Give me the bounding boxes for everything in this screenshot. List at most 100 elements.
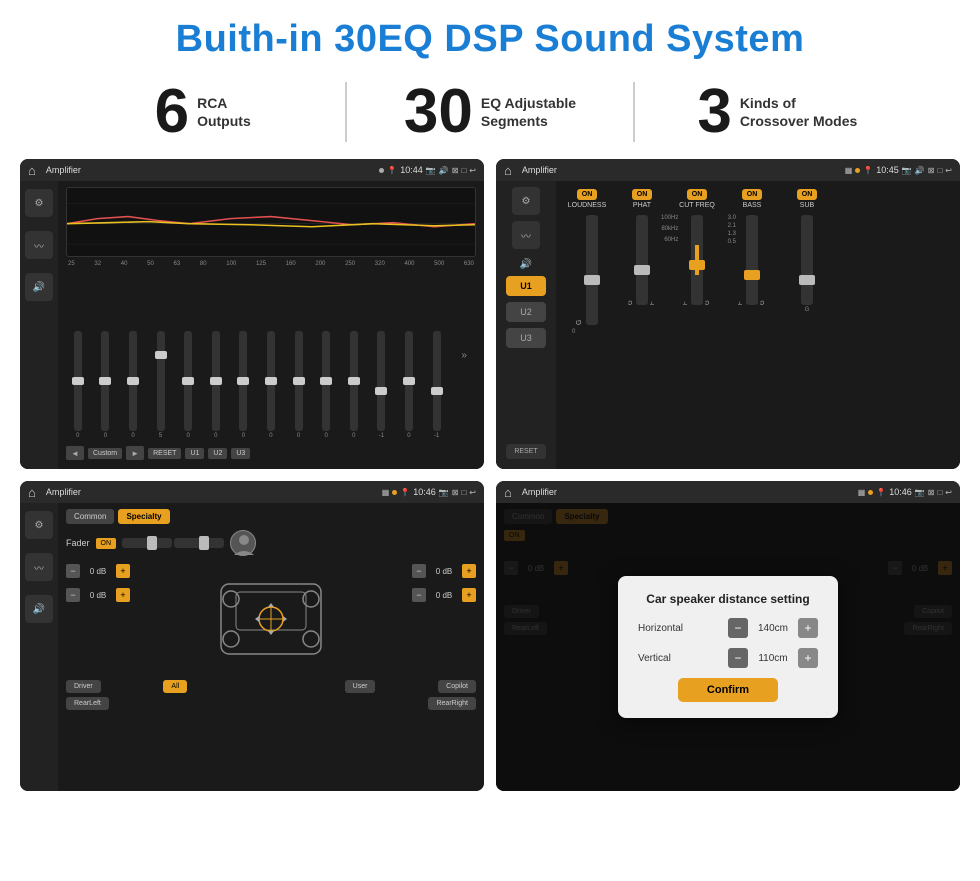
all-btn[interactable]: All <box>163 680 187 693</box>
loudness-on-btn[interactable]: ON <box>577 189 598 200</box>
fader-speaker-btn[interactable]: 🔊 <box>25 595 53 623</box>
copilot-btn[interactable]: Copilot <box>438 680 476 693</box>
amp-main: ON LOUDNESS G 0 <box>556 181 960 469</box>
gps-icon3: 📍 <box>400 488 410 497</box>
ch3-minus[interactable]: − <box>412 564 426 578</box>
sub-on-btn[interactable]: ON <box>797 189 818 200</box>
amp-sidebar: ⚙ 〰 🔊 U1 U2 U3 RESET <box>496 181 556 469</box>
amp-side-icon: 🔊 <box>520 259 532 270</box>
stat-label-rca: RCAOutputs <box>197 94 251 130</box>
eq-slider-14[interactable]: -1 <box>425 331 449 439</box>
gps-icon4: 📍 <box>876 488 886 497</box>
horizontal-plus-btn[interactable]: + <box>798 618 818 638</box>
back-icon4: ↩ <box>945 488 952 497</box>
driver-btn[interactable]: Driver <box>66 680 101 693</box>
ch4-plus[interactable]: + <box>462 588 476 602</box>
vertical-plus-btn[interactable]: + <box>798 648 818 668</box>
spacer <box>250 680 282 693</box>
fader-slider-h1[interactable] <box>122 538 172 548</box>
eq-slider-10[interactable]: 0 <box>314 331 338 439</box>
ch2-plus[interactable]: + <box>116 588 130 602</box>
tab-common[interactable]: Common <box>66 509 114 524</box>
eq-slider-4[interactable]: 5 <box>149 331 173 439</box>
horizontal-value: 140cm <box>753 623 793 634</box>
freq-630: 630 <box>464 261 474 267</box>
eq-slider-5[interactable]: 0 <box>176 331 200 439</box>
eq-u2-btn[interactable]: U2 <box>208 448 227 459</box>
ch1-minus[interactable]: − <box>66 564 80 578</box>
bass-on-btn[interactable]: ON <box>742 189 763 200</box>
eq-slider-13[interactable]: 0 <box>397 331 421 439</box>
eq-slider-1[interactable]: 0 <box>66 331 90 439</box>
rearleft-btn[interactable]: RearLeft <box>66 697 109 710</box>
bass-label: BASS <box>743 202 762 209</box>
eq-slider-3[interactable]: 0 <box>121 331 145 439</box>
ch2-minus[interactable]: − <box>66 588 80 602</box>
screen3-app-label: Amplifier <box>46 487 376 497</box>
eq-slider-8[interactable]: 0 <box>259 331 283 439</box>
phat-slider[interactable] <box>636 215 648 305</box>
amp-wave-btn[interactable]: 〰 <box>512 221 540 249</box>
window-icon2: □ <box>937 166 942 175</box>
fader-main: Common Specialty Fader ON <box>58 503 484 791</box>
freq-63: 63 <box>174 261 181 267</box>
fader-wave-btn[interactable]: 〰 <box>25 553 53 581</box>
bass-slider[interactable] <box>746 215 758 305</box>
screen3-time: 10:46 <box>413 487 436 497</box>
ch4-minus[interactable]: − <box>412 588 426 602</box>
fader-filter-btn[interactable]: ⚙ <box>25 511 53 539</box>
eq-slider-9[interactable]: 0 <box>287 331 311 439</box>
sub-slider[interactable] <box>801 215 813 305</box>
eq-custom-label[interactable]: Custom <box>88 448 122 459</box>
dialog-horizontal-ctrl: − 140cm + <box>728 618 818 638</box>
dialog-overlay: Car speaker distance setting Horizontal … <box>496 503 960 791</box>
user-btn[interactable]: User <box>345 680 376 693</box>
eq-next-btn[interactable]: ► <box>126 446 144 460</box>
amp-u3-btn[interactable]: U3 <box>506 328 546 348</box>
eq-u1-btn[interactable]: U1 <box>185 448 204 459</box>
freq-400: 400 <box>404 261 414 267</box>
loudness-slider[interactable] <box>586 215 598 325</box>
eq-prev-btn[interactable]: ◄ <box>66 446 84 460</box>
eq-slider-7[interactable]: 0 <box>232 331 256 439</box>
amp-filter-btn[interactable]: ⚙ <box>512 187 540 215</box>
grid-icon: ▦ <box>845 166 853 175</box>
eq-filter-btn[interactable]: ⚙ <box>25 189 53 217</box>
status-dot <box>379 168 384 173</box>
fader-on-btn[interactable]: ON <box>96 538 117 549</box>
cutfreq-on-btn[interactable]: ON <box>687 189 708 200</box>
eq-slider-11[interactable]: 0 <box>342 331 366 439</box>
amp-u2-btn[interactable]: U2 <box>506 302 546 322</box>
screen4-status-icons: ▦ 📍 10:46 📷 ⊠ □ ↩ <box>858 487 952 497</box>
vertical-minus-btn[interactable]: − <box>728 648 748 668</box>
ch1-plus[interactable]: + <box>116 564 130 578</box>
home-icon[interactable]: ⌂ <box>28 163 36 178</box>
stat-eq: 30 EQ AdjustableSegments <box>347 81 632 143</box>
eq-slider-12[interactable]: -1 <box>370 331 394 439</box>
confirm-button[interactable]: Confirm <box>678 678 778 702</box>
side-controls: ⚙ 〰 🔊 <box>20 181 58 469</box>
eq-speaker-btn[interactable]: 🔊 <box>25 273 53 301</box>
horizontal-minus-btn[interactable]: − <box>728 618 748 638</box>
home-icon2[interactable]: ⌂ <box>504 163 512 178</box>
eq-slider-6[interactable]: 0 <box>204 331 228 439</box>
rearright-btn[interactable]: RearRight <box>428 697 476 710</box>
eq-u3-btn[interactable]: U3 <box>231 448 250 459</box>
fader-avatar-icon[interactable] <box>230 530 256 556</box>
eq-reset-btn[interactable]: RESET <box>148 448 181 459</box>
home-icon4[interactable]: ⌂ <box>504 485 512 500</box>
phat-on-btn[interactable]: ON <box>632 189 653 200</box>
screen2-statusbar: ⌂ Amplifier ▦ 📍 10:45 📷 🔊 ⊠ □ ↩ <box>496 159 960 181</box>
amp-u1-btn[interactable]: U1 <box>506 276 546 296</box>
ch3-plus[interactable]: + <box>462 564 476 578</box>
tab-specialty[interactable]: Specialty <box>118 509 169 524</box>
cutfreq-slider[interactable] <box>691 215 703 305</box>
home-icon3[interactable]: ⌂ <box>28 485 36 500</box>
fader-tabs: Common Specialty <box>66 509 476 524</box>
eq-wave-btn[interactable]: 〰 <box>25 231 53 259</box>
grid-icon3: ▦ <box>382 488 390 497</box>
eq-slider-2[interactable]: 0 <box>94 331 118 439</box>
amp-reset-btn[interactable]: RESET <box>506 444 546 459</box>
fader-slider-h2[interactable] <box>174 538 224 548</box>
channel-row-1: − 0 dB + <box>66 564 173 578</box>
